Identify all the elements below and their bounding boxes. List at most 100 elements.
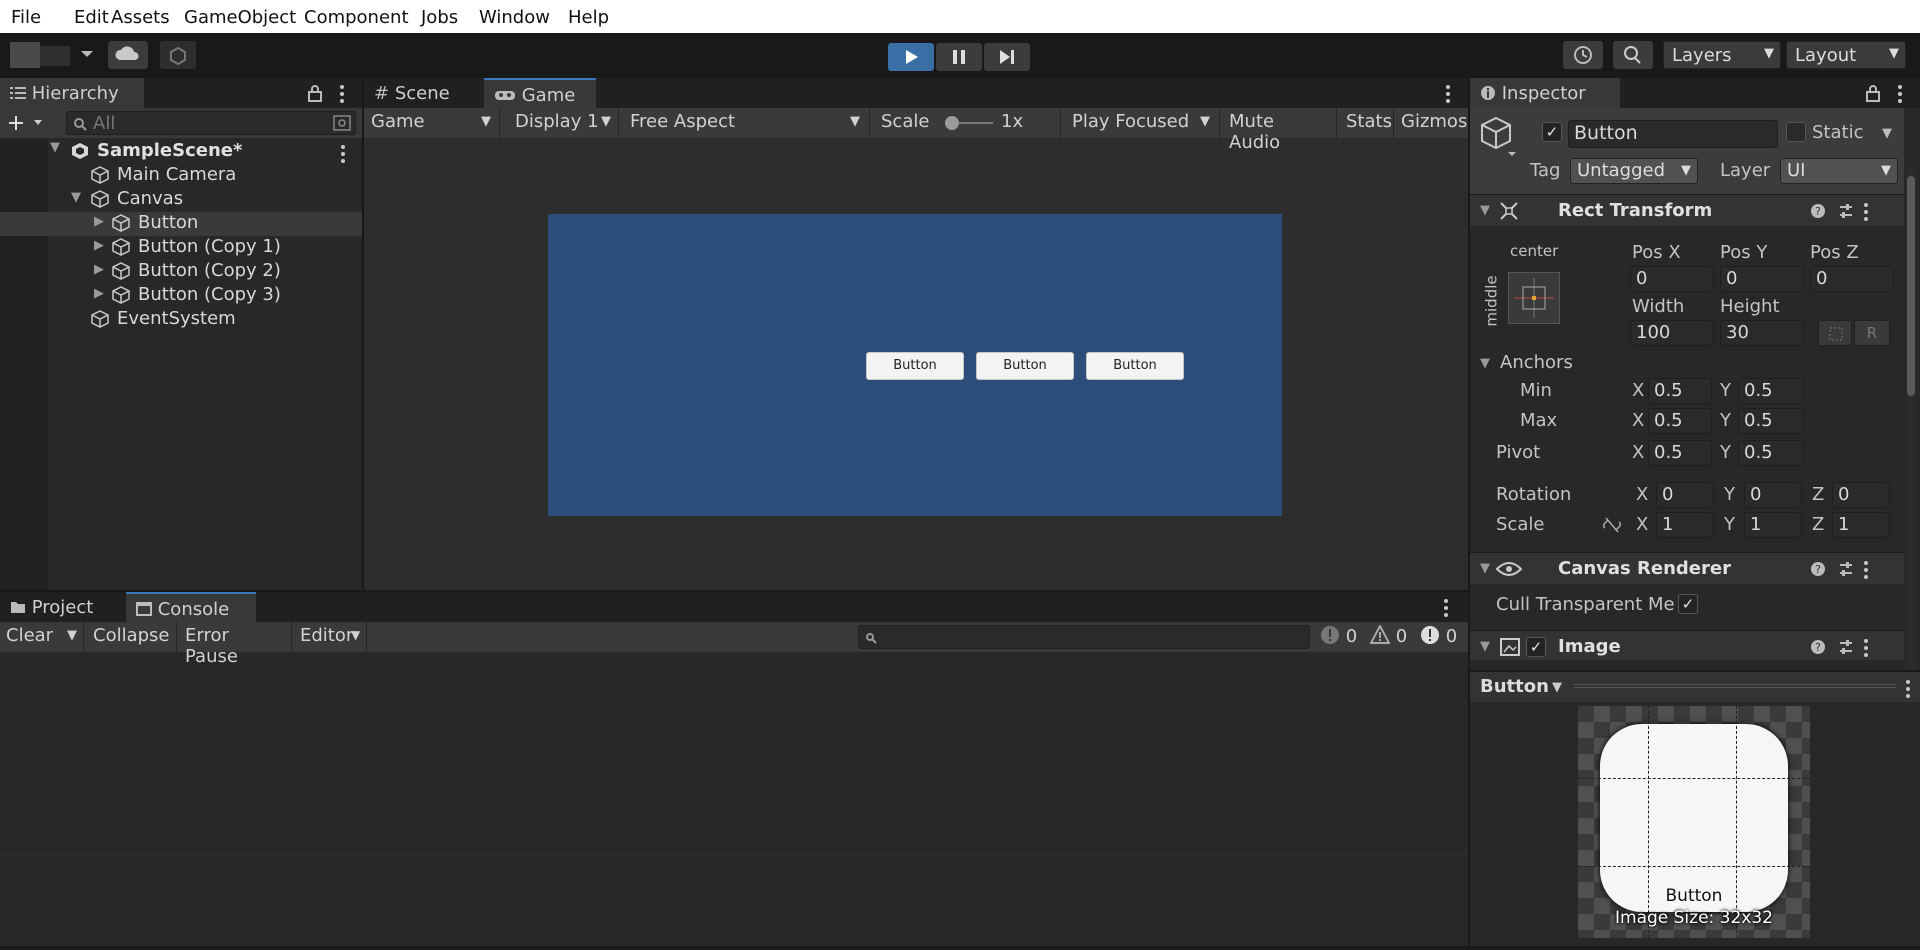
console-search-input[interactable] bbox=[858, 625, 1310, 649]
chevron-down-icon[interactable]: ▼ bbox=[1480, 356, 1490, 371]
account-dropdown-icon[interactable] bbox=[80, 49, 94, 59]
layers-dropdown[interactable]: Layers ▼ bbox=[1663, 41, 1781, 69]
gizmos-button[interactable]: Gizmos bbox=[1395, 108, 1468, 138]
mute-audio-button[interactable]: Mute Audio bbox=[1221, 108, 1337, 153]
preset-icon[interactable] bbox=[1838, 639, 1854, 655]
cloud-button[interactable] bbox=[108, 41, 148, 69]
menu-window[interactable]: Window bbox=[479, 7, 550, 28]
pivot-y-field[interactable]: 0.5 bbox=[1738, 440, 1804, 466]
image-enabled-checkbox[interactable]: ✓ bbox=[1526, 637, 1546, 657]
tab-inspector[interactable]: Inspector bbox=[1470, 78, 1620, 108]
kebab-menu-icon[interactable] bbox=[1444, 599, 1448, 620]
history-button[interactable] bbox=[1563, 41, 1603, 69]
menu-gameobject[interactable]: GameObject bbox=[184, 7, 296, 28]
chevron-down-icon[interactable]: ▼ bbox=[1882, 126, 1892, 141]
height-field[interactable]: 30 bbox=[1720, 320, 1804, 346]
help-icon[interactable]: ? bbox=[1810, 639, 1826, 655]
hierarchy-item-eventsystem[interactable]: EventSystem bbox=[0, 308, 362, 332]
scene-search-icon[interactable] bbox=[333, 115, 351, 131]
menu-assets[interactable]: Assets bbox=[111, 7, 170, 28]
error-count-toggle[interactable]: 0 bbox=[1416, 622, 1468, 652]
game-mode-dropdown[interactable]: Game ▼ bbox=[364, 108, 500, 138]
kebab-menu-icon[interactable] bbox=[1906, 680, 1910, 701]
game-ui-button[interactable]: Button bbox=[866, 352, 964, 380]
hierarchy-item-canvas[interactable]: ▼ Canvas bbox=[0, 188, 362, 212]
log-count-toggle[interactable]: 0 bbox=[1316, 622, 1366, 652]
posz-field[interactable]: 0 bbox=[1810, 266, 1894, 292]
preset-icon[interactable] bbox=[1838, 561, 1854, 577]
editor-dropdown[interactable]: Editor ▼ bbox=[293, 622, 367, 652]
chevron-down-icon[interactable]: ▼ bbox=[71, 190, 81, 205]
account-avatar[interactable] bbox=[10, 42, 40, 68]
preview-name[interactable]: Button bbox=[1480, 676, 1549, 697]
play-button[interactable] bbox=[888, 43, 934, 71]
menu-jobs[interactable]: Jobs bbox=[421, 7, 458, 28]
scale-x-field[interactable]: 1 bbox=[1656, 512, 1714, 538]
chevron-down-icon[interactable]: ▼ bbox=[1552, 680, 1562, 695]
blueprint-mode-button[interactable] bbox=[1818, 320, 1852, 346]
kebab-menu-icon[interactable] bbox=[340, 85, 344, 106]
game-ui-button[interactable]: Button bbox=[976, 352, 1074, 380]
cube-icon[interactable] bbox=[1480, 116, 1520, 156]
pause-button[interactable] bbox=[936, 43, 982, 71]
kebab-menu-icon[interactable] bbox=[1446, 85, 1450, 106]
anchor-max-x-field[interactable]: 0.5 bbox=[1648, 408, 1712, 434]
anchor-max-y-field[interactable]: 0.5 bbox=[1738, 408, 1804, 434]
hierarchy-item-button[interactable]: ▶ Button bbox=[0, 212, 362, 236]
menu-file[interactable]: File bbox=[11, 7, 41, 28]
tab-hierarchy[interactable]: Hierarchy bbox=[0, 78, 144, 108]
search-button[interactable] bbox=[1613, 41, 1653, 69]
warning-count-toggle[interactable]: 0 bbox=[1366, 622, 1416, 652]
lock-icon[interactable] bbox=[308, 84, 322, 102]
hierarchy-search-input[interactable]: All bbox=[66, 111, 356, 135]
menu-edit[interactable]: Edit bbox=[74, 7, 109, 28]
help-icon[interactable]: ? bbox=[1810, 561, 1826, 577]
tab-console[interactable]: Console bbox=[126, 592, 256, 622]
rotation-x-field[interactable]: 0 bbox=[1656, 482, 1714, 508]
collab-button[interactable] bbox=[160, 41, 196, 69]
rotation-y-field[interactable]: 0 bbox=[1744, 482, 1802, 508]
step-button[interactable] bbox=[984, 43, 1030, 71]
layer-dropdown[interactable]: UI ▼ bbox=[1780, 158, 1898, 184]
tab-project[interactable]: Project bbox=[0, 592, 124, 622]
chevron-right-icon[interactable]: ▶ bbox=[94, 238, 104, 253]
help-icon[interactable]: ? bbox=[1810, 203, 1826, 219]
scale-slider-handle[interactable] bbox=[945, 116, 959, 130]
stats-button[interactable]: Stats bbox=[1338, 108, 1394, 138]
preview-drag-handle[interactable] bbox=[1574, 684, 1896, 688]
posx-field[interactable]: 0 bbox=[1630, 266, 1714, 292]
play-focused-dropdown[interactable]: Play Focused ▼ bbox=[1062, 108, 1220, 138]
game-ui-button[interactable]: Button bbox=[1086, 352, 1184, 380]
scale-z-field[interactable]: 1 bbox=[1832, 512, 1890, 538]
chevron-right-icon[interactable]: ▶ bbox=[94, 286, 104, 301]
collapse-button[interactable]: Collapse bbox=[85, 622, 177, 652]
hierarchy-item-main-camera[interactable]: Main Camera bbox=[0, 164, 362, 188]
clear-button[interactable]: Clear ▼ bbox=[0, 622, 84, 652]
kebab-menu-icon[interactable] bbox=[341, 145, 345, 166]
object-name-field[interactable]: Button bbox=[1568, 120, 1778, 148]
anchor-min-x-field[interactable]: 0.5 bbox=[1648, 378, 1712, 404]
menu-component[interactable]: Component bbox=[304, 7, 409, 28]
lock-icon[interactable] bbox=[1866, 84, 1880, 102]
kebab-menu-icon[interactable] bbox=[1898, 85, 1902, 106]
add-icon[interactable] bbox=[8, 115, 44, 131]
menu-help[interactable]: Help bbox=[568, 7, 609, 28]
canvas-renderer-header[interactable]: ▼ Canvas Renderer ? bbox=[1470, 552, 1904, 584]
display-dropdown[interactable]: Display 1 ▼ bbox=[501, 108, 619, 138]
static-checkbox[interactable] bbox=[1786, 122, 1806, 142]
chevron-right-icon[interactable]: ▶ bbox=[94, 214, 104, 229]
active-checkbox[interactable]: ✓ bbox=[1542, 122, 1562, 142]
preset-icon[interactable] bbox=[1838, 203, 1854, 219]
cull-transparent-checkbox[interactable]: ✓ bbox=[1678, 594, 1698, 614]
rect-transform-header[interactable]: ▼ Rect Transform ? bbox=[1470, 194, 1904, 226]
aspect-dropdown[interactable]: Free Aspect ▼ bbox=[620, 108, 870, 138]
kebab-menu-icon[interactable] bbox=[1864, 639, 1868, 660]
constrain-proportions-icon[interactable] bbox=[1602, 516, 1622, 534]
raw-edit-button[interactable]: R bbox=[1854, 320, 1890, 346]
chevron-down-icon[interactable]: ▼ bbox=[67, 628, 77, 643]
tag-dropdown[interactable]: Untagged ▼ bbox=[1570, 158, 1698, 184]
image-header[interactable]: ▼ ✓ Image ? bbox=[1470, 630, 1904, 660]
width-field[interactable]: 100 bbox=[1630, 320, 1714, 346]
error-pause-button[interactable]: Error Pause bbox=[178, 622, 292, 667]
kebab-menu-icon[interactable] bbox=[1864, 203, 1868, 224]
